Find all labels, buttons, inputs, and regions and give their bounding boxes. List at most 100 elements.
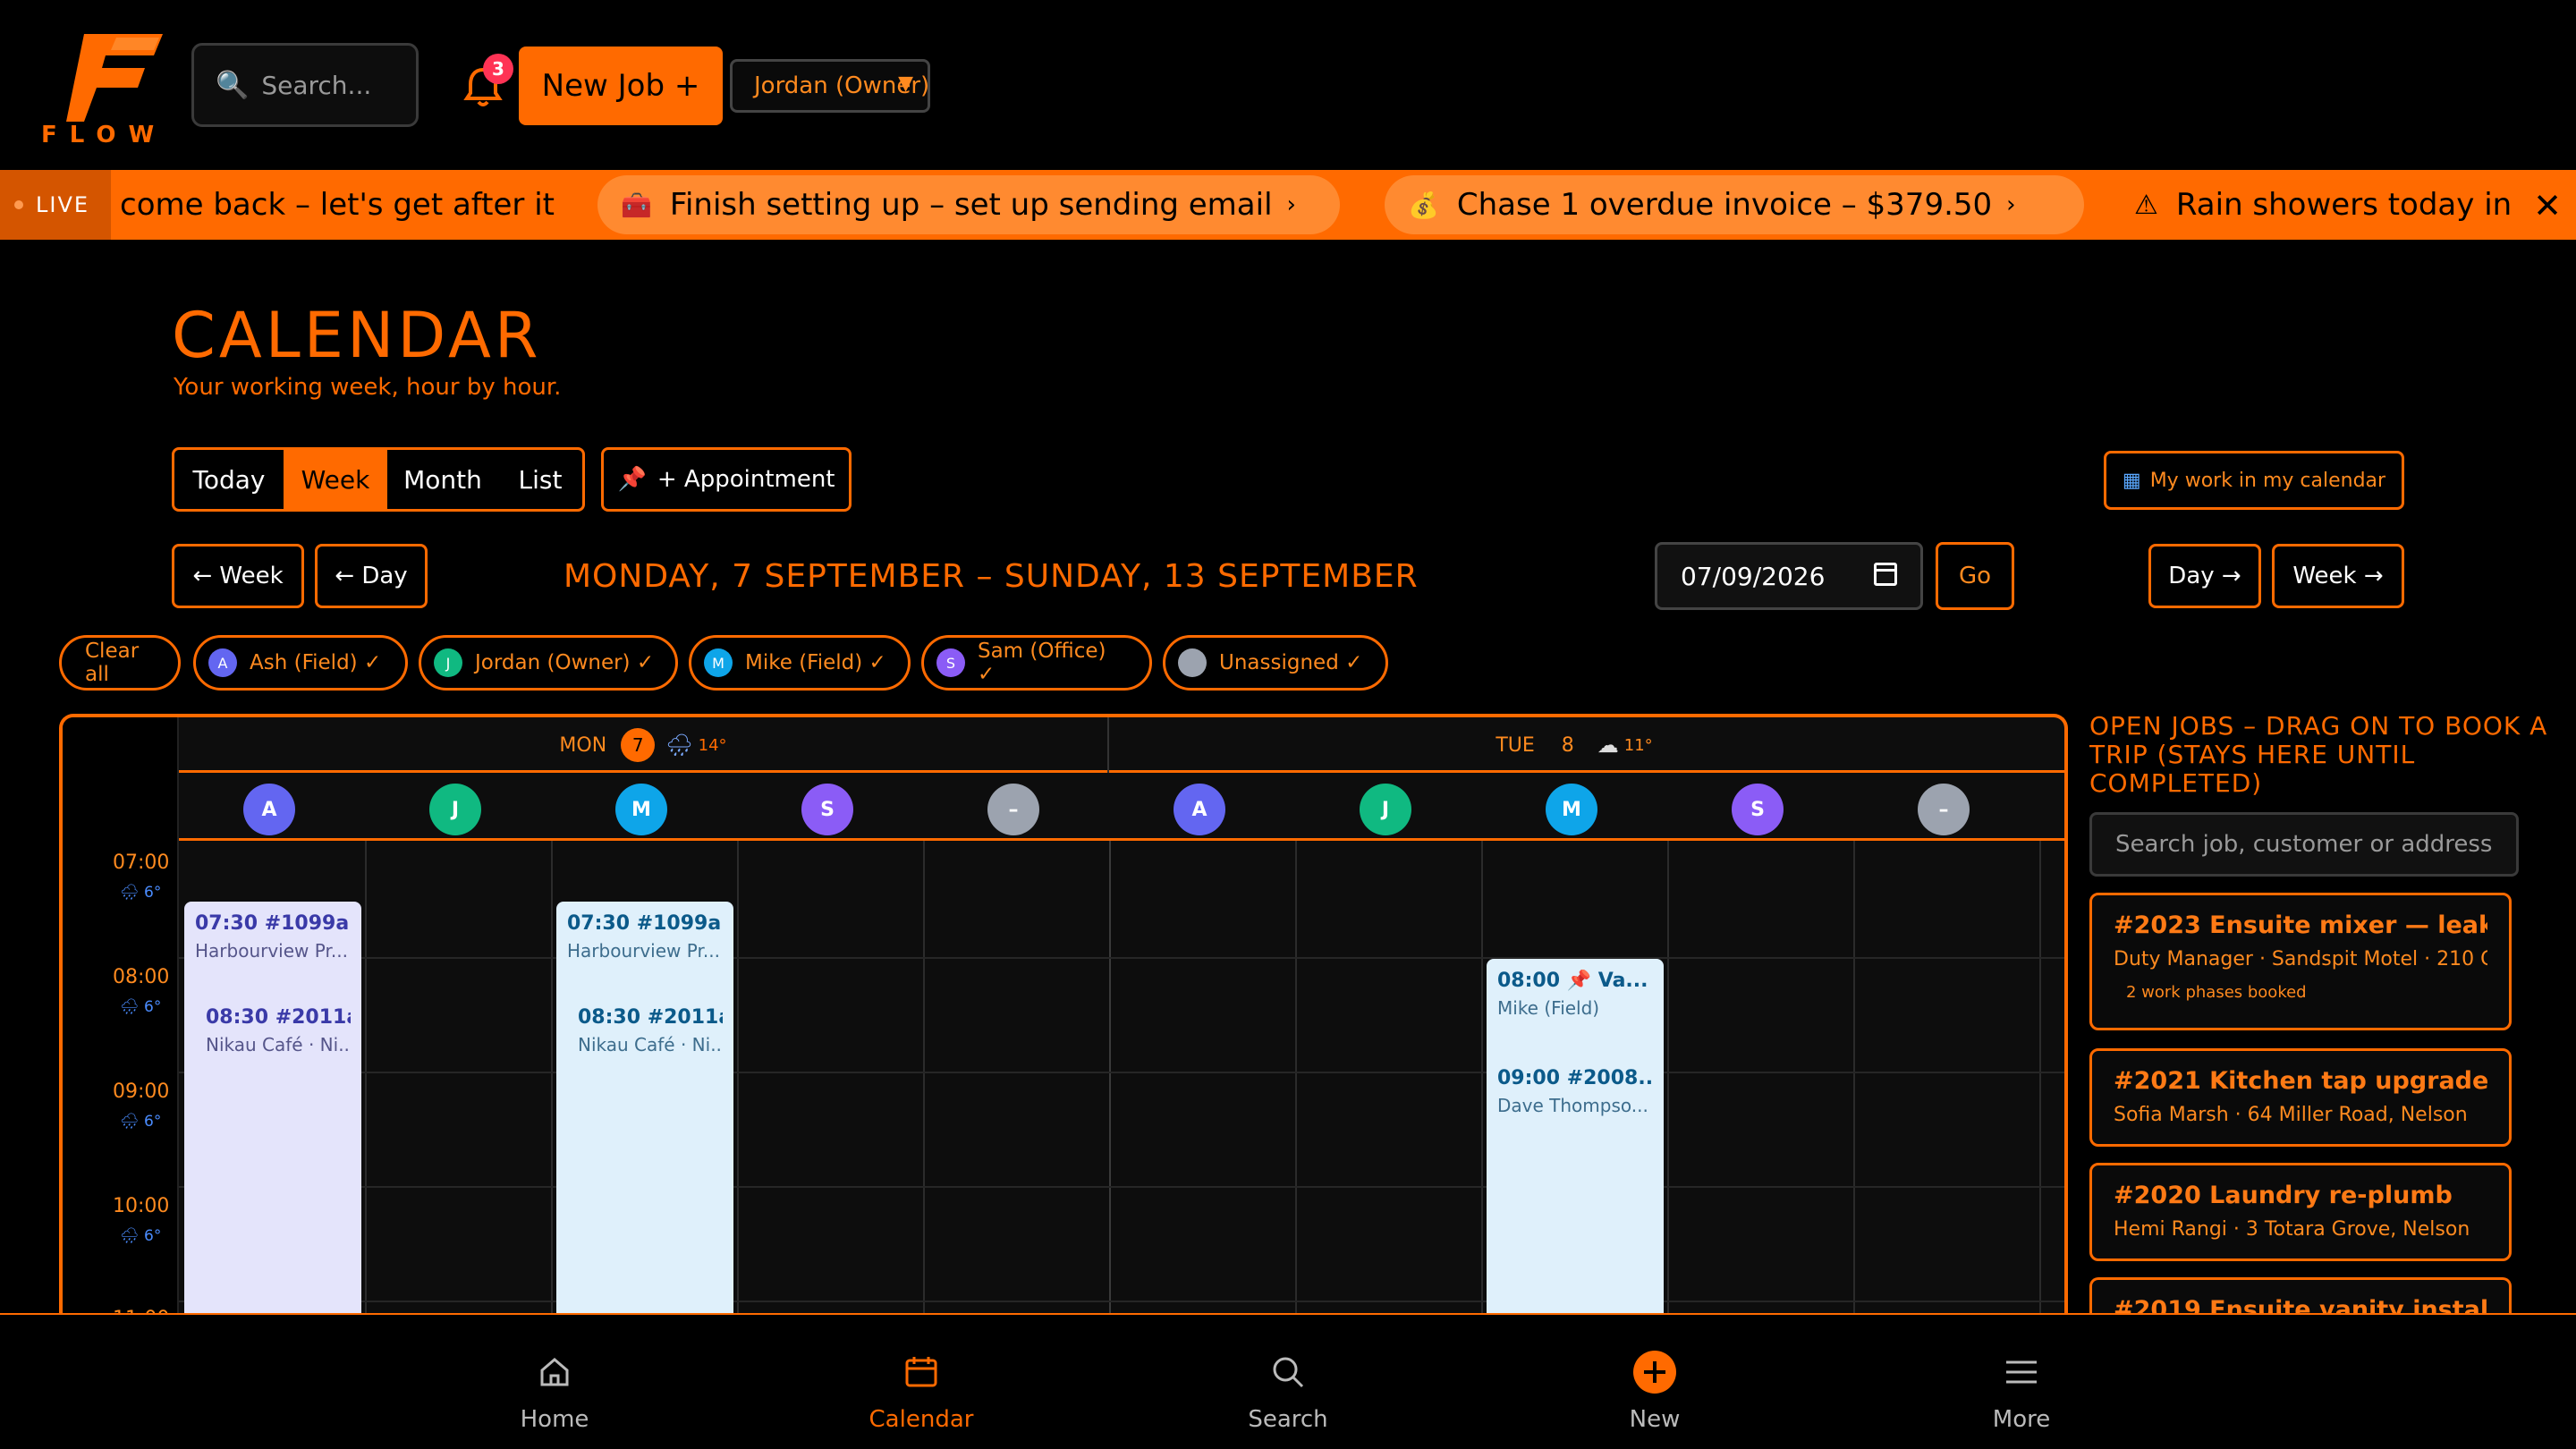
calendar-event[interactable]: 07:30 #1099a ... Harbourview Pr... 08:30…	[556, 902, 733, 1322]
ticker-item[interactable]: come back – let's get after it	[120, 170, 555, 240]
date-input[interactable]: 07/09/2026	[1655, 542, 1923, 610]
filter-chip-label: Mike (Field) ✓	[745, 651, 886, 674]
nav-home[interactable]: Home	[465, 1345, 644, 1433]
nav-label: New	[1629, 1406, 1681, 1433]
hour-temp: 🌧 6°	[120, 1113, 161, 1131]
warning-icon: ⚠	[2134, 189, 2158, 221]
nav-new[interactable]: New	[1565, 1345, 1744, 1433]
go-button[interactable]: Go	[1936, 542, 2014, 610]
avatar: S	[936, 648, 965, 677]
filter-chip-label: Unassigned ✓	[1219, 651, 1363, 674]
search-icon	[1199, 1345, 1377, 1399]
ticker-item[interactable]: ⚠ Rain showers today in	[2134, 170, 2512, 240]
job-title: #2021 Kitchen tap upgrade	[2114, 1067, 2487, 1095]
job-subtitle: Hemi Rangi · 3 Totara Grove, Nelson	[2114, 1218, 2470, 1241]
chevron-right-icon: ›	[2006, 191, 2016, 218]
hour-label: 07:00	[113, 852, 170, 874]
avatar: S	[801, 784, 853, 835]
event-title[interactable]: 08:30 #2011a...	[206, 1006, 351, 1029]
home-icon	[465, 1345, 644, 1399]
next-week-button[interactable]: Week →	[2272, 544, 2404, 608]
tab-list[interactable]: List	[498, 450, 582, 509]
event-subtitle: Dave Thompso...	[1497, 1095, 1648, 1116]
calendar-event[interactable]: 07:30 #1099a ... Harbourview Pr... 08:30…	[184, 902, 361, 1322]
open-jobs-title: OPEN JOBS – DRAG ON TO BOOK A TRIP (STAY…	[2089, 711, 2548, 798]
hour-temp-value: 6°	[144, 884, 162, 902]
hour-temp: 🌧 6°	[120, 1227, 161, 1245]
event-title: 07:30 #1099a ...	[195, 912, 351, 935]
hour-label: 10:00	[113, 1195, 170, 1217]
open-job-card[interactable]: #2021 Kitchen tap upgrade Sofia Marsh · …	[2089, 1048, 2512, 1147]
add-appointment-button[interactable]: 📌 + Appointment	[601, 447, 852, 512]
event-title[interactable]: 09:00 #2008...	[1497, 1067, 1653, 1089]
user-select[interactable]: Jordan (Owner) ▼	[730, 59, 930, 113]
calendar-picker-icon[interactable]	[1874, 563, 1897, 586]
filter-chip-unassigned[interactable]: Unassigned ✓	[1163, 635, 1388, 691]
open-job-card[interactable]: #2020 Laundry re-plumb Hemi Rangi · 3 To…	[2089, 1163, 2512, 1261]
page-subtitle: Your working week, hour by hour.	[174, 374, 562, 401]
app-logo[interactable]: FLOW	[41, 25, 166, 148]
chevron-right-icon: ›	[1286, 191, 1296, 218]
filter-chip-mike[interactable]: M Mike (Field) ✓	[689, 635, 911, 691]
view-switcher: Today Week Month List	[172, 447, 585, 512]
filter-chip-ash[interactable]: A Ash (Field) ✓	[193, 635, 408, 691]
ticker-item-text: Rain showers today in	[2175, 187, 2512, 223]
nav-calendar[interactable]: Calendar	[832, 1345, 1011, 1433]
menu-icon	[1932, 1345, 2111, 1399]
rain-cloud-icon: 🌧	[665, 733, 693, 758]
job-title: #2020 Laundry re-plumb	[2114, 1182, 2453, 1209]
my-work-calendar-button[interactable]: ▦ My work in my calendar	[2104, 451, 2404, 510]
nav-label: Calendar	[869, 1406, 974, 1433]
hour-temp: 🌧 6°	[120, 998, 161, 1016]
day-header-mon[interactable]: MON 7 🌧 14°	[179, 717, 1109, 773]
rain-cloud-icon: 🌧	[120, 884, 140, 902]
search-icon: 🔍	[216, 69, 250, 101]
hour-temp: 🌧 6°	[120, 884, 161, 902]
hour-temp-value: 6°	[144, 1227, 162, 1245]
calendar-event[interactable]: 08:00 📌 Va... Mike (Field) 09:00 #2008..…	[1487, 959, 1664, 1322]
notification-badge: 3	[483, 54, 513, 84]
new-job-button[interactable]: New Job +	[519, 47, 723, 125]
open-job-card[interactable]: #2023 Ensuite mixer — leak fixe... Duty …	[2089, 893, 2512, 1030]
prev-day-button[interactable]: ← Day	[315, 544, 428, 608]
calendar-icon: ▦	[2122, 469, 2141, 492]
ticker-item[interactable]: 🧰 Finish setting up – set up sending ema…	[621, 170, 1296, 240]
next-day-button[interactable]: Day →	[2148, 544, 2261, 608]
close-icon[interactable]: ✕	[2533, 186, 2562, 225]
tab-week[interactable]: Week	[284, 450, 387, 509]
open-jobs-search-input[interactable]: Search job, customer or address	[2089, 812, 2519, 877]
search-input[interactable]: 🔍 Search...	[191, 43, 419, 127]
avatar: J	[429, 784, 481, 835]
filter-chip-jordan[interactable]: J Jordan (Owner) ✓	[419, 635, 678, 691]
event-title[interactable]: 08:30 #2011a...	[578, 1006, 723, 1029]
search-placeholder: Search...	[261, 70, 372, 100]
event-subtitle: Nikau Café · Ni...	[578, 1034, 723, 1055]
hour-label: 09:00	[113, 1080, 170, 1103]
job-badge: 2 work phases booked	[2126, 983, 2307, 1002]
tab-today[interactable]: Today	[174, 450, 284, 509]
today-badge: 7	[621, 728, 656, 762]
logo-text: FLOW	[41, 122, 167, 148]
event-subtitle: Mike (Field)	[1497, 997, 1600, 1019]
day-number: 8	[1561, 733, 1574, 757]
nav-label: Home	[520, 1406, 589, 1433]
clear-filters-button[interactable]: Clear all	[59, 635, 181, 691]
live-text: LIVE	[36, 192, 90, 217]
plus-circle-icon	[1565, 1345, 1744, 1399]
ticker-item[interactable]: 💰 Chase 1 overdue invoice – $379.50 ›	[1408, 170, 2016, 240]
prev-week-button[interactable]: ← Week	[172, 544, 304, 608]
week-calendar-grid: MON 7 🌧 14° TUE 8 ☁ 11° A J M S – A J M …	[59, 714, 2068, 1322]
toolbox-icon: 🧰	[621, 190, 652, 220]
open-job-card[interactable]: #2019 Ensuite vanity install	[2089, 1277, 2512, 1313]
tab-month[interactable]: Month	[387, 450, 498, 509]
avatar	[1178, 648, 1207, 677]
filter-chip-sam[interactable]: S Sam (Office) ✓	[921, 635, 1152, 691]
day-name: TUE	[1496, 733, 1535, 757]
nav-more[interactable]: More	[1932, 1345, 2111, 1433]
event-subtitle: Harbourview Pr...	[567, 940, 720, 962]
nav-search[interactable]: Search	[1199, 1345, 1377, 1433]
avatar: –	[987, 784, 1039, 835]
day-header-tue[interactable]: TUE 8 ☁ 11°	[1109, 717, 2039, 773]
day-temp: 14°	[698, 735, 727, 755]
job-title: #2019 Ensuite vanity install	[2114, 1296, 2487, 1313]
